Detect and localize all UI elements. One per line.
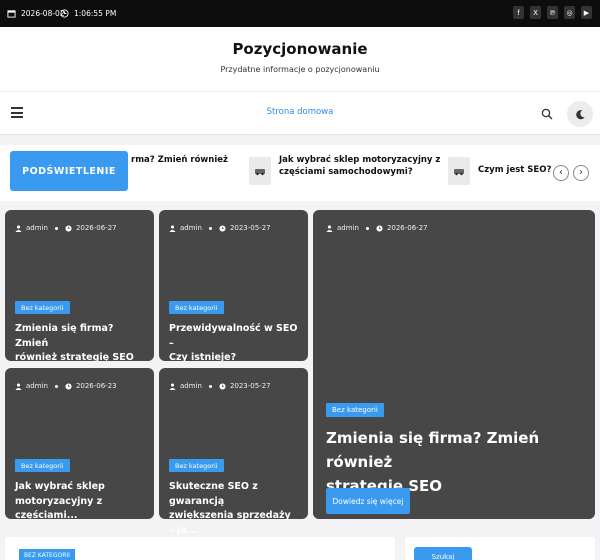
ticker-item[interactable]: rma? Zmień również xyxy=(131,154,228,179)
post-author[interactable]: admin xyxy=(337,224,359,232)
ticker-prev-button[interactable]: ‹ xyxy=(553,165,569,181)
facebook-icon[interactable]: f xyxy=(513,6,524,19)
dark-mode-toggle[interactable] xyxy=(567,101,593,127)
site-description: Przydatne informacje o pozycjonowaniu xyxy=(220,65,380,74)
ticker-next-button[interactable]: › xyxy=(573,165,589,181)
post-date[interactable]: 2023-05-27 xyxy=(230,224,271,232)
post-author[interactable]: admin xyxy=(26,224,48,232)
clock-icon xyxy=(376,224,383,232)
ticker-item[interactable]: Czym jest SEO? xyxy=(478,164,551,176)
post-card[interactable]: admin 2023-05-27 Bez kategorii Skuteczne… xyxy=(159,368,308,536)
post-card[interactable]: admin 2023-05-27 Bez kategorii Przewidyw… xyxy=(159,210,308,363)
post-author[interactable]: admin xyxy=(180,224,202,232)
date-display: 2026-08-02 xyxy=(7,9,65,18)
post-title-line: Jak wybrać sklep xyxy=(15,481,105,492)
post-author[interactable]: admin xyxy=(26,382,48,390)
clock-icon xyxy=(65,224,72,232)
post-meta: admin 2026-06-23 xyxy=(15,382,117,390)
post-title[interactable]: Jak wybrać sklep motoryzacyjny z częścia… xyxy=(15,480,144,524)
pinterest-icon[interactable]: ℗ xyxy=(547,6,558,19)
ticker-label: PODŚWIETLENIE xyxy=(10,151,128,191)
post-card[interactable]: admin 2026-06-23 Bez kategorii Jak wybra… xyxy=(5,368,154,521)
user-icon xyxy=(169,382,176,390)
social-links: f X ℗ ◎ ▶ xyxy=(513,6,592,19)
ticker-item[interactable]: Jak wybrać sklep motoryzacyjny z częścia… xyxy=(279,154,440,179)
main-navigation: Strona domowa xyxy=(0,92,600,135)
ticker-item-title: Czym jest SEO? xyxy=(478,165,552,175)
post-meta: admin 2026-06-27 xyxy=(15,224,117,232)
ticker-item-title-cont: częściami samochodowymi? xyxy=(279,167,413,178)
post-title-line: Skuteczne SEO z gwarancją xyxy=(169,481,258,507)
site-header: Pozycjonowanie Przydatne informacje o po… xyxy=(0,27,600,92)
current-date: 2026-08-02 xyxy=(21,9,65,18)
search-icon[interactable] xyxy=(541,108,553,120)
post-author[interactable]: admin xyxy=(180,382,202,390)
clock-icon xyxy=(219,224,226,232)
post-title-line: motoryzacyjny z częściami... xyxy=(15,495,103,522)
user-icon xyxy=(326,224,333,232)
sidebar-widget: Szukaj xyxy=(405,537,595,560)
category-badge[interactable]: Bez kategorii xyxy=(15,301,70,314)
nav-link-home[interactable]: Strona domowa xyxy=(0,107,600,117)
car-thumbnail-icon xyxy=(255,169,265,176)
search-button[interactable]: Szukaj xyxy=(414,547,472,560)
user-icon xyxy=(15,382,22,390)
category-badge[interactable]: Bez kategorii xyxy=(15,459,70,472)
moon-icon xyxy=(575,109,585,119)
user-icon xyxy=(15,224,22,232)
post-title-line: Czy istnieje? xyxy=(169,352,237,364)
post-card[interactable]: admin 2026-06-27 Bez kategorii Zmienia s… xyxy=(5,210,154,363)
ticker-item-title-cont xyxy=(131,166,228,178)
car-thumbnail-icon xyxy=(454,169,464,176)
category-badge[interactable]: BEZ KATEGORII xyxy=(19,549,75,560)
post-title-line: również strategię SEO xyxy=(15,352,134,364)
ticker-item-title: Jak wybrać sklep motoryzacyjny z xyxy=(279,155,441,165)
post-title-line: Zmienia się firma? Zmień xyxy=(15,323,114,349)
post-date[interactable]: 2023-05-27 xyxy=(230,382,271,390)
post-title[interactable]: Skuteczne SEO z gwarancją zwiększenia sp… xyxy=(169,480,298,539)
post-title-line: Zmienia się firma? Zmień również xyxy=(326,429,540,471)
post-list-section: BEZ KATEGORII xyxy=(5,537,395,560)
current-time: 1:06:55 PM xyxy=(74,9,117,18)
post-date[interactable]: 2026-06-27 xyxy=(387,224,428,232)
youtube-icon[interactable]: ▶ xyxy=(581,6,592,19)
top-bar: 2026-08-02 1:06:55 PM f X ℗ ◎ ▶ xyxy=(0,0,600,27)
post-date[interactable]: 2026-06-27 xyxy=(76,224,117,232)
instagram-icon[interactable]: ◎ xyxy=(564,6,575,19)
post-meta: admin 2026-06-27 xyxy=(326,224,428,232)
ticker-thumbnail[interactable] xyxy=(448,157,470,185)
clock-icon xyxy=(219,382,226,390)
user-icon xyxy=(169,224,176,232)
post-meta: admin 2023-05-27 xyxy=(169,382,271,390)
time-display: 1:06:55 PM xyxy=(60,9,116,18)
x-icon[interactable]: X xyxy=(530,6,541,19)
post-title[interactable]: Przewidywalność w SEO – Czy istnieje? xyxy=(169,322,298,366)
highlight-ticker: PODŚWIETLENIE rma? Zmień również Jak wyb… xyxy=(0,145,600,201)
site-title[interactable]: Pozycjonowanie xyxy=(0,40,600,58)
category-badge[interactable]: Bez kategorii xyxy=(169,301,224,314)
calendar-icon xyxy=(7,10,16,18)
clock-icon xyxy=(65,382,72,390)
featured-post-card[interactable]: admin 2026-06-27 Bez kategorii Zmienia s… xyxy=(313,210,595,519)
ticker-thumbnail[interactable] xyxy=(249,157,271,185)
category-badge[interactable]: Bez kategorii xyxy=(169,459,224,472)
post-meta: admin 2023-05-27 xyxy=(169,224,271,232)
ticker-item-title: rma? Zmień również xyxy=(131,155,228,165)
clock-icon xyxy=(60,9,69,18)
category-badge[interactable]: Bez kategorii xyxy=(326,403,384,417)
post-title-line: Przewidywalność w SEO – xyxy=(169,323,298,349)
read-more-button[interactable]: Dowiedz się więcej xyxy=(326,488,410,514)
post-title-line: zwiększenia sprzedaży – ja... xyxy=(169,510,291,537)
post-title[interactable]: Zmienia się firma? Zmień również strateg… xyxy=(15,322,144,366)
post-date[interactable]: 2026-06-23 xyxy=(76,382,117,390)
